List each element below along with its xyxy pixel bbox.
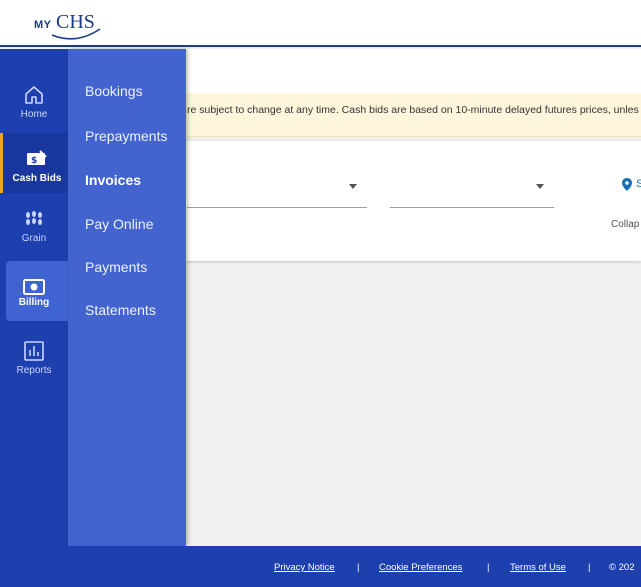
nav-reports[interactable]: Reports [0,325,68,385]
svg-text:$: $ [31,156,37,166]
nav-home[interactable]: Home [0,69,68,129]
nav-grain-label: Grain [21,233,47,244]
mychs-logo[interactable]: MY CHS [34,11,114,40]
submenu-bookings[interactable]: Bookings [85,83,143,99]
footer-separator: | [357,562,360,573]
nav-reports-label: Reports [16,365,52,376]
billing-icon [23,279,45,295]
filter-select-2[interactable] [390,174,554,208]
submenu-statements[interactable]: Statements [85,302,156,318]
nav-home-label: Home [20,109,48,120]
logo-prefix: MY [34,19,52,31]
footer-separator: | [487,562,490,573]
collapse-toggle[interactable]: Collap [611,219,639,230]
cookie-preferences-link[interactable]: Cookie Preferences [379,562,462,573]
location-label[interactable]: S [636,178,641,190]
caret-down-icon [536,184,544,189]
submenu-pay-online[interactable]: Pay Online [85,216,153,232]
filter-select-1[interactable] [187,174,367,208]
reports-icon [24,341,44,361]
privacy-notice-link[interactable]: Privacy Notice [274,562,335,573]
caret-down-icon [349,184,357,189]
copyright-text: © 202 [609,562,635,573]
submenu-payments[interactable]: Payments [85,259,147,275]
billing-submenu: Bookings Prepayments Invoices Pay Online… [68,49,186,546]
nav-cash-bids-label: Cash Bids [12,173,62,184]
footer-separator: | [588,562,591,573]
grain-icon [26,211,42,225]
submenu-invoices[interactable]: Invoices [85,172,141,188]
footer: Privacy Notice | Cookie Preferences | Te… [0,546,641,587]
nav-grain[interactable]: Grain [0,193,68,253]
nav-billing-label: Billing [18,297,50,308]
left-nav-rail: Home $ Cash Bids Grain Billing Reports [0,49,68,546]
nav-cash-bids[interactable]: $ Cash Bids [0,133,68,193]
terms-of-use-link[interactable]: Terms of Use [510,562,566,573]
top-header: MY CHS [0,0,641,47]
submenu-prepayments[interactable]: Prepayments [85,128,167,144]
logo-swoosh-icon [51,28,101,40]
notice-text: re subject to change at any time. Cash b… [187,104,639,116]
home-icon [25,86,43,104]
cash-icon: $ [27,150,47,166]
location-pin-icon[interactable] [622,178,632,191]
nav-billing[interactable]: Billing [6,261,68,321]
